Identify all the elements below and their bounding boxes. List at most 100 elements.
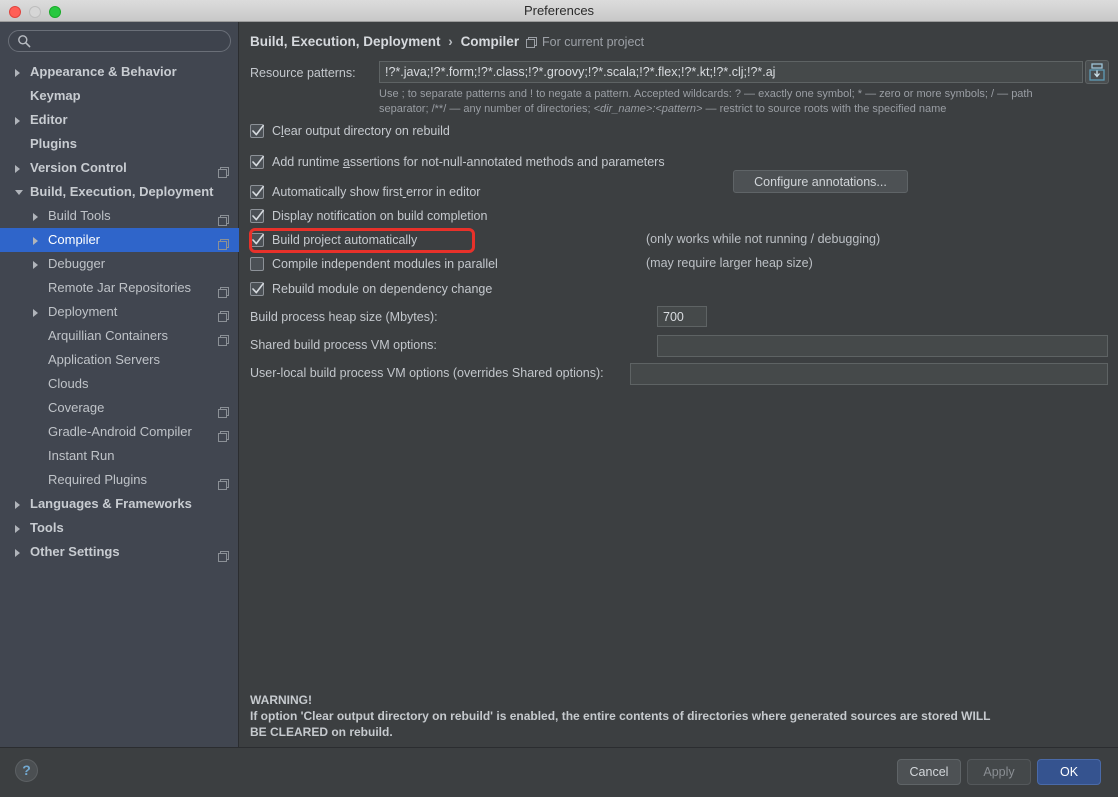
chevron-right-icon[interactable] xyxy=(33,237,38,245)
project-scope-icon xyxy=(218,474,229,490)
warning-line-1: If option 'Clear output directory on reb… xyxy=(250,709,991,723)
sidebar-item-clouds[interactable]: Clouds xyxy=(0,372,239,396)
checkbox-label: Display notification on build completion xyxy=(272,209,488,223)
sidebar-item-label: Keymap xyxy=(30,88,81,103)
settings-tree: Appearance & Behavior Keymap Editor Plugins… xyxy=(0,60,239,564)
heap-size-input[interactable] xyxy=(657,306,707,327)
compiler-settings-panel: Build, Execution, Deployment › Compiler … xyxy=(240,22,1118,747)
window-titlebar: Preferences xyxy=(0,0,1118,22)
chevron-right-icon[interactable] xyxy=(15,501,20,509)
expand-field-icon[interactable] xyxy=(1085,60,1109,84)
checkbox-label: Add runtime assertions for not-null-anno… xyxy=(272,155,665,169)
sidebar-item-keymap[interactable]: Keymap xyxy=(0,84,239,108)
checkbox-unchecked-icon[interactable] xyxy=(250,257,264,271)
sidebar-item-instant-run[interactable]: Instant Run xyxy=(0,444,239,468)
sidebar-item-label: Compiler xyxy=(48,232,101,247)
checkbox-checked-icon[interactable] xyxy=(250,124,264,138)
heap-size-label: Build process heap size (Mbytes): xyxy=(250,310,438,324)
sidebar-item-arquillian-containers[interactable]: Arquillian Containers xyxy=(0,324,239,348)
chevron-right-icon[interactable] xyxy=(15,117,20,125)
sidebar-item-editor[interactable]: Editor xyxy=(0,108,239,132)
shared-vm-options-label: Shared build process VM options: xyxy=(250,338,437,352)
checkbox-checked-icon[interactable] xyxy=(250,233,264,247)
sidebar-item-required-plugins[interactable]: Required Plugins xyxy=(0,468,239,492)
resource-patterns-label: Resource patterns: xyxy=(250,66,356,80)
sidebar-item-plugins[interactable]: Plugins xyxy=(0,132,239,156)
sidebar-item-label: Build, Execution, Deployment xyxy=(30,184,214,199)
warning-title: WARNING! xyxy=(250,693,312,707)
checkbox-hint-build-project-automatically: (only works while not running / debuggin… xyxy=(646,232,881,246)
chevron-right-icon[interactable] xyxy=(15,525,20,533)
hint-line-1: Use ; to separate patterns and ! to nega… xyxy=(379,88,1033,100)
chevron-right-icon[interactable] xyxy=(15,69,20,77)
search-box[interactable] xyxy=(8,30,231,52)
checkbox-hint-compile-independent-modules-in-parallel: (may require larger heap size) xyxy=(646,256,813,270)
resource-patterns-hint: Use ; to separate patterns and ! to nega… xyxy=(379,87,1118,117)
sidebar-item-deployment[interactable]: Deployment xyxy=(0,300,239,324)
chevron-right-icon[interactable] xyxy=(33,261,38,269)
ok-button[interactable]: OK xyxy=(1037,759,1101,785)
project-scope-icon xyxy=(218,546,229,562)
chevron-right-icon[interactable] xyxy=(15,165,20,173)
scope-indicator: For current project xyxy=(526,35,644,49)
sidebar-item-label: Arquillian Containers xyxy=(48,328,168,343)
sidebar-item-debugger[interactable]: Debugger xyxy=(0,252,239,276)
checkbox-checked-icon[interactable] xyxy=(250,155,264,169)
checkbox-checked-icon[interactable] xyxy=(250,282,264,296)
sidebar-item-appearance-behavior[interactable]: Appearance & Behavior xyxy=(0,60,239,84)
shared-vm-options-input[interactable] xyxy=(657,335,1108,357)
sidebar-item-label: Deployment xyxy=(48,304,118,319)
project-scope-icon xyxy=(218,306,229,322)
cancel-button[interactable]: Cancel xyxy=(897,759,961,785)
sidebar-item-build-execution-deployment[interactable]: Build, Execution, Deployment xyxy=(0,180,239,204)
sidebar-item-compiler[interactable]: Compiler xyxy=(0,228,239,252)
sidebar-item-gradle-android-compiler[interactable]: Gradle-Android Compiler xyxy=(0,420,239,444)
sidebar-item-label: Instant Run xyxy=(48,448,115,463)
chevron-down-icon[interactable] xyxy=(15,190,23,199)
configure-annotations-button[interactable]: Configure annotations... xyxy=(733,170,908,193)
project-scope-icon xyxy=(218,234,229,250)
sidebar-item-version-control[interactable]: Version Control xyxy=(0,156,239,180)
sidebar-item-application-servers[interactable]: Application Servers xyxy=(0,348,239,372)
checkbox-label: Compile independent modules in parallel xyxy=(272,257,498,271)
checkbox-label: Rebuild module on dependency change xyxy=(272,282,493,296)
help-button[interactable]: ? xyxy=(15,759,38,782)
sidebar-item-other-settings[interactable]: Other Settings xyxy=(0,540,239,564)
checkbox-checked-icon[interactable] xyxy=(250,209,264,223)
breadcrumb-current: Compiler xyxy=(460,34,520,49)
sidebar-item-tools[interactable]: Tools xyxy=(0,516,239,540)
sidebar-item-languages-frameworks[interactable]: Languages & Frameworks xyxy=(0,492,239,516)
chevron-right-icon[interactable] xyxy=(15,549,20,557)
project-scope-icon xyxy=(218,402,229,418)
breadcrumb: Build, Execution, Deployment › Compiler xyxy=(250,34,519,49)
chevron-right-icon[interactable] xyxy=(33,309,38,317)
sidebar-item-label: Debugger xyxy=(48,256,106,271)
sidebar-item-label: Gradle-Android Compiler xyxy=(48,424,192,439)
project-scope-icon xyxy=(218,210,229,226)
project-scope-icon xyxy=(218,282,229,298)
resource-patterns-input[interactable] xyxy=(379,61,1083,83)
hint-line-2a: separator; /**/ — any number of director… xyxy=(379,103,594,115)
settings-sidebar: Appearance & Behavior Keymap Editor Plugins… xyxy=(0,22,239,747)
sidebar-item-label: Editor xyxy=(30,112,68,127)
user-local-vm-options-label: User-local build process VM options (ove… xyxy=(250,366,604,380)
sidebar-item-build-tools[interactable]: Build Tools xyxy=(0,204,239,228)
search-input[interactable] xyxy=(8,30,231,52)
preferences-dialog: Preferences Appearance & Behavior Keymap E… xyxy=(0,0,1118,797)
checkbox-checked-icon[interactable] xyxy=(250,185,264,199)
apply-button[interactable]: Apply xyxy=(967,759,1031,785)
project-scope-icon xyxy=(218,426,229,442)
checkbox-label: Automatically show first error in editor xyxy=(272,185,481,199)
hint-line-2c: — restrict to source roots with the spec… xyxy=(702,103,947,115)
user-local-vm-options-input[interactable] xyxy=(630,363,1108,385)
sidebar-item-coverage[interactable]: Coverage xyxy=(0,396,239,420)
sidebar-item-label: Required Plugins xyxy=(48,472,148,487)
scope-label: For current project xyxy=(542,35,645,49)
checkbox-label: Build project automatically xyxy=(272,233,418,247)
project-scope-icon xyxy=(526,37,537,48)
warning-text: WARNING! If option 'Clear output directo… xyxy=(250,692,1110,740)
chevron-right-icon[interactable] xyxy=(33,213,38,221)
breadcrumb-parent[interactable]: Build, Execution, Deployment xyxy=(250,34,441,49)
sidebar-item-remote-jar-repositories[interactable]: Remote Jar Repositories xyxy=(0,276,239,300)
sidebar-item-label: Coverage xyxy=(48,400,105,415)
